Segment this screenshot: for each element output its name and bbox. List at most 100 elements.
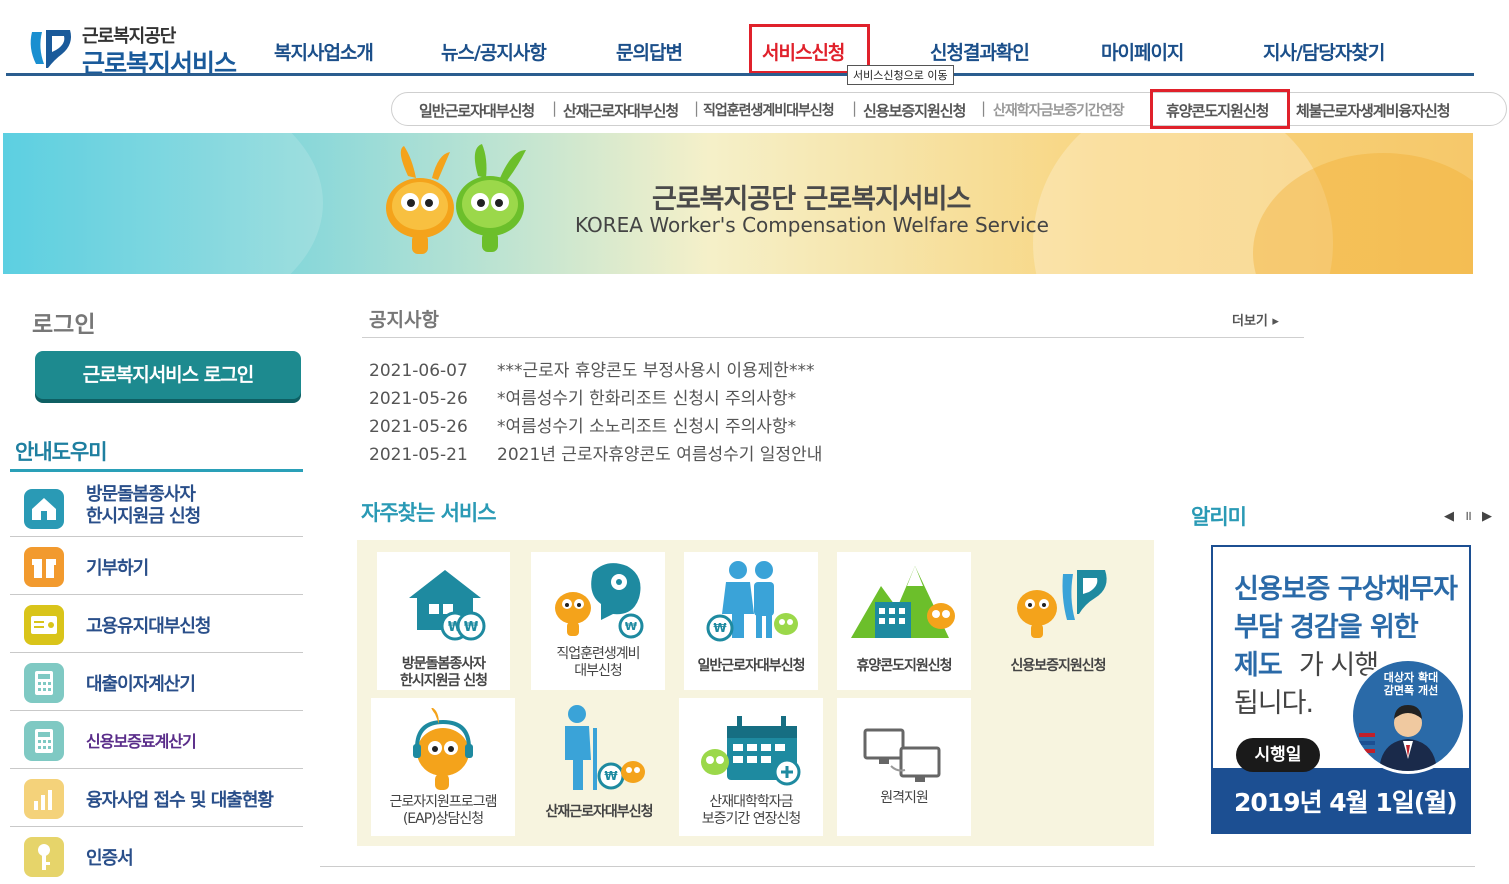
nav-mypage[interactable]: 마이페이지 bbox=[1101, 38, 1184, 65]
guide-item-label: 인증서 bbox=[86, 848, 134, 869]
nav-branch-find[interactable]: 지사/담당자찾기 bbox=[1263, 38, 1385, 65]
guide-item-label: 대출이자계산기 bbox=[86, 674, 196, 695]
svg-text:₩: ₩ bbox=[713, 621, 727, 635]
guide-item-label: 융자사업 접수 및 대출현황 bbox=[86, 790, 274, 811]
people-coin-icon: ₩ bbox=[706, 561, 798, 642]
tile-eap-counseling[interactable]: 근로자지원프로그램 (EAP)상담신청 bbox=[371, 698, 515, 836]
calculator-icon bbox=[24, 663, 64, 703]
sub-nav-injured-loan[interactable]: 산재근로자대부신청 bbox=[563, 100, 679, 121]
guide-item-loan-status[interactable]: 융자사업 접수 및 대출현황 bbox=[10, 769, 303, 827]
svg-text:₩: ₩ bbox=[604, 769, 618, 783]
nav-news-notice[interactable]: 뉴스/공지사항 bbox=[441, 38, 547, 65]
tile-label: 산재근로자대부신청 bbox=[545, 804, 654, 820]
tile-label: 원격지원 bbox=[880, 790, 929, 806]
nav-qna[interactable]: 문의답변 bbox=[616, 38, 683, 65]
id-card-icon bbox=[24, 605, 64, 645]
mascot-headset-icon bbox=[413, 708, 473, 790]
mountain-building-icon bbox=[851, 566, 955, 638]
notice-title: *여름성수기 소노리조트 신청시 주의사항* bbox=[497, 417, 797, 437]
tile-label: 휴양콘도지원신청 bbox=[856, 658, 952, 674]
highlight-box-condo-support bbox=[1150, 89, 1290, 129]
house-coin-icon: ₩ ₩ bbox=[409, 570, 486, 641]
notice-title: 2021년 근로자휴양콘도 여름성수기 일정안내 bbox=[497, 445, 823, 465]
mascot-logo-icon bbox=[1017, 570, 1107, 638]
notice-row[interactable]: 2021-05-26 *여름성수기 소노리조트 신청시 주의사항* bbox=[369, 412, 796, 437]
guide-item-care-worker-subsidy[interactable]: 방문돌봄종사자 한시지원금 신청 bbox=[10, 479, 303, 537]
crutch-person-icon: ₩ bbox=[565, 705, 645, 790]
sub-nav-separator: | bbox=[552, 99, 558, 117]
alimi-badge-text: 대상자 확대 감면폭 개선 bbox=[1383, 671, 1439, 697]
tile-tuition-extension[interactable]: 산재대학학자금 보증기간 연장신청 bbox=[679, 698, 823, 836]
guide-heading: 안내도우미 bbox=[15, 440, 108, 464]
tile-credit-guarantee[interactable]: 신용보증지원신청 bbox=[991, 552, 1125, 690]
site-logo[interactable]: 근로복지공단 근로복지서비스 bbox=[26, 20, 246, 78]
sub-nav-separator: | bbox=[694, 99, 700, 117]
banner-subtitle: KOREA Worker's Compensation Welfare Serv… bbox=[575, 213, 1049, 237]
notice-date: 2021-05-21 bbox=[369, 445, 468, 465]
guide-item-label: 방문돌봄종사자 한시지원금 신청 bbox=[86, 484, 201, 527]
tooltip: 서비스신청으로 이동 bbox=[847, 65, 954, 85]
tile-injured-loan[interactable]: ₩ 산재근로자대부신청 bbox=[527, 698, 671, 836]
notice-date: 2021-05-26 bbox=[369, 417, 468, 437]
tile-label: 일반근로자대부신청 bbox=[697, 658, 806, 674]
tile-remote-support[interactable]: 원격지원 bbox=[837, 698, 971, 836]
footer-divider bbox=[320, 866, 1475, 867]
bar-chart-icon bbox=[24, 779, 64, 819]
notice-more-link[interactable]: 더보기 ▸ bbox=[1232, 310, 1279, 329]
calculator-icon bbox=[24, 721, 64, 761]
tile-label: 신용보증지원신청 bbox=[1010, 658, 1106, 674]
tile-label: 산재대학학자금 보증기간 연장신청 bbox=[701, 794, 802, 827]
notice-row[interactable]: 2021-05-26 *여름성수기 한화리조트 신청시 주의사항* bbox=[369, 384, 796, 409]
notice-row[interactable]: 2021-06-07 ***근로자 휴양콘도 부정사용시 이용제한*** bbox=[369, 356, 814, 381]
guide-divider bbox=[10, 469, 303, 472]
nav-divider bbox=[6, 73, 1474, 76]
alimi-text-line2: 부담 경감을 위한 bbox=[1234, 612, 1419, 643]
alimi-date-label: 시행일 bbox=[1236, 738, 1320, 772]
nav-result-check[interactable]: 신청결과확인 bbox=[930, 38, 1030, 65]
guide-item-label: 고용유지대부신청 bbox=[86, 616, 211, 637]
alimi-text-line4: 됩니다. bbox=[1234, 688, 1314, 719]
mascot-characters-icon bbox=[386, 144, 526, 254]
tile-training-loan[interactable]: ₩ 직업훈련생계비 대부신청 bbox=[531, 552, 665, 690]
tile-label: 방문돌봄종사자 한시지원금 신청 bbox=[399, 656, 488, 689]
tile-care-worker-subsidy[interactable]: ₩ ₩ 방문돌봄종사자 한시지원금 신청 bbox=[377, 552, 510, 690]
house-icon bbox=[24, 489, 64, 529]
guide-item-label: 신용보증료계산기 bbox=[86, 732, 197, 751]
sub-nav-separator: | bbox=[981, 99, 987, 117]
key-icon bbox=[24, 837, 64, 877]
banner-title: 근로복지공단 근로복지서비스 bbox=[652, 184, 971, 215]
notice-title: ***근로자 휴양콘도 부정사용시 이용제한*** bbox=[497, 361, 815, 381]
logo-mark-icon bbox=[30, 30, 71, 68]
svg-text:₩: ₩ bbox=[625, 620, 637, 633]
tile-condo-support[interactable]: 휴양콘도지원신청 bbox=[837, 552, 971, 690]
mascot-brain-icon: ₩ bbox=[555, 563, 644, 639]
sub-nav-separator: | bbox=[852, 99, 858, 117]
notice-heading: 공지사항 bbox=[369, 309, 439, 331]
notice-date: 2021-05-26 bbox=[369, 389, 468, 409]
calendar-icon bbox=[701, 716, 801, 786]
notice-date: 2021-06-07 bbox=[369, 361, 468, 381]
guide-item-donate[interactable]: 기부하기 bbox=[10, 537, 303, 595]
gift-icon bbox=[24, 547, 64, 587]
guide-item-interest-calculator[interactable]: 대출이자계산기 bbox=[10, 653, 303, 711]
sub-nav-credit-guarantee[interactable]: 신용보증지원신청 bbox=[863, 100, 966, 121]
sub-nav-training-loan[interactable]: 직업훈련생계비대부신청 bbox=[703, 100, 835, 120]
guide-item-label: 기부하기 bbox=[86, 558, 149, 579]
alimi-date: 2019년 4월 1일(월) bbox=[1234, 788, 1458, 817]
nav-welfare-intro[interactable]: 복지사업소개 bbox=[274, 38, 374, 65]
login-button[interactable]: 근로복지서비스 로그인 bbox=[35, 351, 301, 399]
guide-item-guarantee-calculator[interactable]: 신용보증료계산기 bbox=[10, 711, 303, 769]
svg-text:₩: ₩ bbox=[464, 620, 479, 635]
notice-row[interactable]: 2021-05-21 2021년 근로자휴양콘도 여름성수기 일정안내 bbox=[369, 440, 822, 465]
sub-nav-tuition-extension[interactable]: 산재학자금보증기간연장 bbox=[993, 100, 1125, 120]
notice-divider bbox=[362, 337, 1304, 338]
frequent-services-heading: 자주찾는 서비스 bbox=[361, 501, 497, 525]
guide-item-employment-loan[interactable]: 고용유지대부신청 bbox=[10, 595, 303, 653]
sub-nav-unpaid-wage-loan[interactable]: 체불근로자생계비융자신청 bbox=[1296, 100, 1451, 121]
tile-label: 직업훈련생계비 대부신청 bbox=[556, 646, 640, 679]
guide-item-certificate[interactable]: 인증서 bbox=[10, 827, 303, 884]
alimi-slider-controls[interactable]: ◀ ॥ ▶ bbox=[1444, 506, 1495, 524]
tile-general-loan[interactable]: ₩ 일반근로자대부신청 bbox=[684, 552, 818, 690]
login-heading: 로그인 bbox=[32, 312, 96, 338]
sub-nav-general-loan[interactable]: 일반근로자대부신청 bbox=[419, 100, 535, 121]
